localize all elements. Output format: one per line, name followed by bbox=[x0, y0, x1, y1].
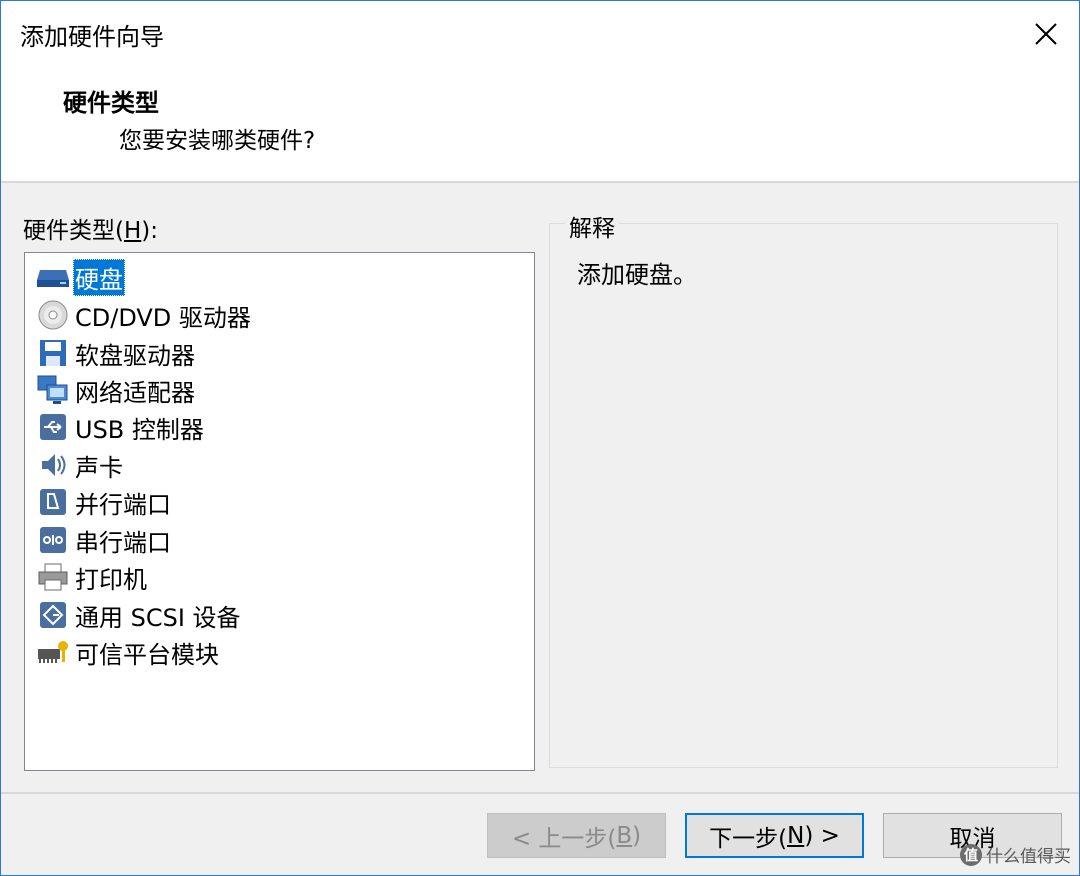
list-item-label: 串行端口 bbox=[75, 528, 171, 557]
list-item-floppy[interactable]: 软盘驱动器 bbox=[35, 335, 197, 371]
list-item-label: 软盘驱动器 bbox=[75, 341, 195, 370]
usb-icon bbox=[35, 411, 71, 443]
footer-divider bbox=[1, 792, 1079, 794]
list-item-label: 打印机 bbox=[75, 565, 147, 594]
list-item-label: 通用 SCSI 设备 bbox=[75, 603, 241, 632]
page-title: 硬件类型 bbox=[63, 89, 159, 117]
list-item-label: 声卡 bbox=[75, 453, 123, 482]
hardware-type-label: 硬件类型(H): bbox=[23, 211, 158, 245]
page-subtitle: 您要安装哪类硬件? bbox=[119, 128, 316, 154]
explanation-group bbox=[549, 223, 1058, 768]
title-bar: 添加硬件向导 bbox=[1, 1, 1079, 67]
close-icon bbox=[1035, 23, 1057, 45]
list-item-serial-port[interactable]: 串行端口 bbox=[35, 522, 173, 558]
back-button-accesskey: B bbox=[616, 822, 633, 849]
list-item-hard-disk[interactable]: 硬盘 bbox=[35, 258, 125, 296]
parallel-port-icon bbox=[35, 486, 71, 518]
network-adapter-icon bbox=[35, 374, 71, 406]
scsi-icon bbox=[35, 599, 71, 631]
hardware-type-list[interactable]: 硬盘 CD/DVD 驱动器 软盘驱动器 网络适配器 USB 控制器 声卡 并行端… bbox=[24, 252, 535, 771]
close-button[interactable] bbox=[1013, 1, 1079, 67]
list-item-sound-card[interactable]: 声卡 bbox=[35, 447, 125, 483]
list-item-label: CD/DVD 驱动器 bbox=[75, 303, 251, 332]
watermark: 值 什么值得买 bbox=[960, 842, 1071, 867]
list-item-cd-dvd[interactable]: CD/DVD 驱动器 bbox=[35, 297, 253, 333]
floppy-icon bbox=[35, 337, 71, 369]
list-item-network-adapter[interactable]: 网络适配器 bbox=[35, 372, 197, 408]
back-button-suffix: ) bbox=[632, 822, 642, 849]
sound-card-icon bbox=[35, 449, 71, 481]
list-item-printer[interactable]: 打印机 bbox=[35, 559, 149, 595]
back-button[interactable]: < 上一步(B) bbox=[487, 813, 666, 858]
list-item-label: 网络适配器 bbox=[75, 378, 195, 407]
list-item-usb[interactable]: USB 控制器 bbox=[35, 409, 206, 445]
list-item-label: USB 控制器 bbox=[75, 415, 204, 444]
explanation-group-title: 解释 bbox=[565, 209, 619, 243]
hardware-type-label-accesskey: H bbox=[123, 218, 142, 244]
hard-disk-icon bbox=[35, 261, 71, 293]
list-item-scsi[interactable]: 通用 SCSI 设备 bbox=[35, 597, 243, 633]
back-button-label: < 上一步( bbox=[511, 825, 617, 852]
next-button-label: 下一步( bbox=[709, 825, 788, 852]
list-item-parallel-port[interactable]: 并行端口 bbox=[35, 484, 173, 520]
cd-dvd-icon bbox=[35, 299, 71, 331]
list-item-label: 可信平台模块 bbox=[75, 640, 219, 669]
list-item-label: 硬盘 bbox=[73, 258, 125, 296]
explanation-text: 添加硬盘。 bbox=[577, 261, 697, 289]
printer-icon bbox=[35, 561, 71, 593]
next-button-suffix: ) > bbox=[804, 822, 840, 849]
watermark-text: 什么值得买 bbox=[986, 847, 1071, 867]
tpm-icon bbox=[35, 636, 71, 668]
next-button-accesskey: N bbox=[787, 822, 805, 849]
hardware-type-label-suffix: ): bbox=[141, 218, 159, 244]
next-button[interactable]: 下一步(N) > bbox=[685, 813, 864, 858]
list-item-label: 并行端口 bbox=[75, 490, 171, 519]
wizard-header: 硬件类型 您要安装哪类硬件? bbox=[1, 67, 1079, 183]
window-title: 添加硬件向导 bbox=[20, 23, 164, 51]
add-hardware-wizard-window: 添加硬件向导 硬件类型 您要安装哪类硬件? 硬件类型(H): 硬盘 CD/DVD… bbox=[0, 0, 1080, 876]
serial-port-icon bbox=[35, 524, 71, 556]
watermark-logo: 值 bbox=[960, 843, 982, 866]
list-item-tpm[interactable]: 可信平台模块 bbox=[35, 634, 221, 670]
hardware-type-label-prefix: 硬件类型( bbox=[23, 218, 124, 244]
